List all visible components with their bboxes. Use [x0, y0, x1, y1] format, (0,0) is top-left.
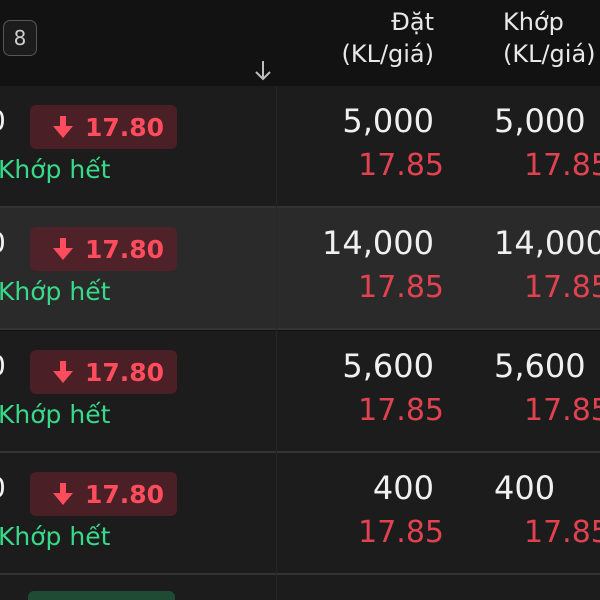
row-divider	[0, 328, 600, 330]
price-change-value: 17.80	[85, 479, 165, 509]
truncated-cell: 0	[0, 471, 6, 504]
order-row[interactable]: 0 17.80 Khớp hết 14,000 17.85 14,000 17.…	[0, 208, 600, 328]
order-quantity: 14,000	[322, 224, 434, 262]
arrow-down-icon	[53, 483, 73, 505]
price-change-badge: 17.80	[30, 472, 177, 516]
status-label: Khớp hết	[0, 400, 111, 429]
matched-column-header[interactable]: Khớp (KL/giá)	[503, 6, 596, 70]
matched-price: 17.85	[524, 393, 600, 428]
order-price: 17.85	[358, 393, 444, 428]
price-change-value: 17.80	[85, 357, 165, 387]
matched-quantity: 14,000	[494, 224, 600, 262]
price-change-badge: 17.80	[30, 350, 177, 394]
order-price: 17.85	[358, 270, 444, 305]
order-quantity: 5,600	[342, 347, 434, 385]
matched-price: 17.85	[524, 270, 600, 305]
price-change-value: 17.80	[85, 112, 165, 142]
order-row[interactable]: 0 17.80 Khớp hết 400 17.85 400 17.85	[0, 453, 600, 573]
matched-quantity: 5,000	[494, 102, 586, 140]
matched-price: 17.85	[524, 515, 600, 550]
arrow-down-icon	[53, 361, 73, 383]
arrow-down-icon[interactable]	[251, 58, 275, 84]
order-book-screen: 8 Đặt (KL/giá) Khớp (KL/giá) 0 17.80 Khớ…	[0, 0, 600, 600]
truncated-cell: 0	[0, 349, 6, 382]
price-change-badge-partial	[28, 591, 175, 600]
arrow-down-icon	[53, 238, 73, 260]
status-label: Khớp hết	[0, 522, 111, 551]
column-divider	[276, 86, 277, 600]
price-change-badge: 17.80	[30, 105, 177, 149]
matched-column-title: Khớp	[503, 8, 564, 36]
table-header: 8 Đặt (KL/giá) Khớp (KL/giá)	[0, 0, 600, 86]
matched-column-subtitle: (KL/giá)	[503, 40, 596, 68]
truncated-cell: 0	[0, 226, 6, 259]
status-label: Khớp hết	[0, 155, 111, 184]
order-row[interactable]: 0 17.80 Khớp hết 5,000 17.85 5,000 17.85	[0, 86, 600, 206]
matched-quantity: 400	[494, 469, 556, 507]
order-row[interactable]: 0 17.80 Khớp hết 5,600 17.85 5,600 17.85	[0, 331, 600, 451]
arrow-down-icon	[53, 116, 73, 138]
price-change-value: 17.80	[85, 234, 165, 264]
truncated-cell: 0	[0, 104, 6, 137]
matched-quantity: 5,600	[494, 347, 586, 385]
price-change-badge: 17.80	[30, 227, 177, 271]
matched-price: 17.85	[524, 148, 600, 183]
order-price: 17.85	[358, 515, 444, 550]
order-column-title: Đặt	[391, 8, 434, 36]
status-label: Khớp hết	[0, 277, 111, 306]
order-column-subtitle: (KL/giá)	[341, 40, 434, 68]
order-quantity: 5,000	[342, 102, 434, 140]
order-quantity: 400	[372, 469, 434, 507]
tab-count-badge[interactable]: 8	[3, 20, 37, 56]
order-column-header[interactable]: Đặt (KL/giá)	[341, 6, 434, 70]
order-price: 17.85	[358, 148, 444, 183]
